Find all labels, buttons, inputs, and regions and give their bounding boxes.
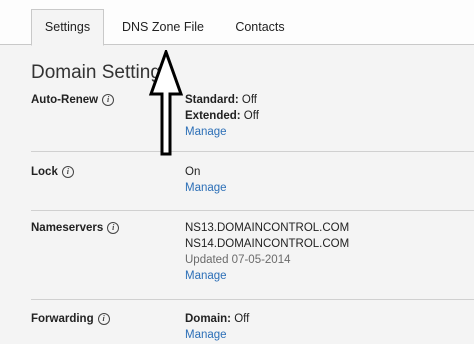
nameservers-label: Nameservers i (31, 222, 120, 234)
standard-label: Standard: (185, 94, 239, 106)
info-icon[interactable]: i (97, 313, 110, 325)
standard-renew: Standard: Off (185, 92, 259, 108)
tab-settings[interactable]: Settings (31, 9, 104, 46)
lock-label-text: Lock (31, 166, 58, 178)
auto-renew-label-text: Auto-Renew (31, 94, 99, 106)
info-icon[interactable]: i (107, 222, 120, 234)
lock-label: Lock i (31, 166, 74, 178)
forwarding-manage-link[interactable]: Manage (185, 327, 249, 343)
tab-bar: Settings DNS Zone File Contacts (0, 0, 474, 46)
lock-manage-link[interactable]: Manage (185, 180, 227, 196)
tab-dns-zone-file[interactable]: DNS Zone File (116, 10, 210, 44)
auto-renew-label: Auto-Renew i (31, 94, 115, 106)
tab-contacts[interactable]: Contacts (224, 10, 296, 44)
forwarding-domain-label: Domain: (185, 313, 231, 325)
lock-value: On (185, 166, 201, 178)
nameservers-values: NS13.DOMAINCONTROL.COM NS14.DOMAINCONTRO… (185, 220, 349, 284)
extended-label: Extended: (185, 110, 241, 122)
forwarding-label-text: Forwarding (31, 313, 94, 325)
nameserver-2: NS14.DOMAINCONTROL.COM (185, 238, 350, 250)
forwarding-domain: Domain: Off (185, 311, 249, 327)
forwarding-domain-value: Off (234, 313, 250, 325)
up-arrow-icon (148, 50, 184, 156)
divider (31, 299, 474, 300)
auto-renew-manage-link[interactable]: Manage (185, 124, 259, 140)
extended-renew: Extended: Off (185, 108, 259, 124)
nameservers-updated: Updated 07-05-2014 (185, 254, 291, 266)
standard-value: Off (241, 94, 258, 106)
divider (31, 151, 474, 152)
nameservers-manage-link[interactable]: Manage (185, 268, 349, 284)
nameserver-1: NS13.DOMAINCONTROL.COM (185, 222, 350, 234)
info-icon[interactable]: i (102, 94, 115, 106)
extended-value: Off (243, 110, 259, 122)
forwarding-label: Forwarding i (31, 313, 110, 325)
info-icon[interactable]: i (61, 166, 74, 178)
divider (31, 210, 474, 211)
lock-values: On Manage (185, 164, 227, 196)
forwarding-values: Domain: Off Manage (185, 311, 249, 343)
auto-renew-values: Standard: Off Extended: Off Manage (185, 92, 259, 140)
nameservers-label-text: Nameservers (31, 222, 104, 234)
domain-settings-page: Settings DNS Zone File Contacts Domain S… (0, 0, 474, 344)
